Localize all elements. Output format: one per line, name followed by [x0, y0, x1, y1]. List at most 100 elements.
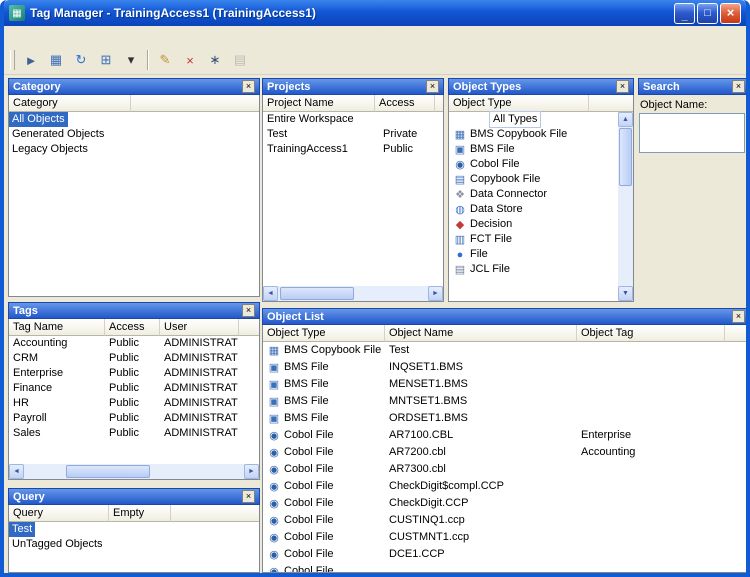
- object-type-row[interactable]: ● File: [449, 247, 618, 262]
- TrainingAccess1[interactable]: TrainingAccess1 Public: [263, 142, 443, 157]
- menu-help[interactable]: [62, 34, 76, 38]
- object-types-close-icon[interactable]: ×: [616, 80, 629, 93]
- CheckDigit$compl.CCP[interactable]: ◉Cobol File CheckDigit$compl.CCP: [263, 478, 749, 495]
- Test[interactable]: ▦BMS Copybook File Test: [263, 342, 749, 359]
- object-type-row[interactable]: ▤ Copybook File: [449, 172, 618, 187]
- app-window: ▦ Tag Manager - TrainingAccess1 (Trainin…: [0, 0, 750, 577]
- tag-row[interactable]: Accounting Public ADMINISTRAT: [9, 336, 259, 351]
- scroll-right-icon[interactable]: ►: [244, 464, 259, 479]
- tags-horizontal-scrollbar[interactable]: ◄ ►: [9, 464, 259, 479]
- AR7100.CBL[interactable]: ◉Cobol File AR7100.CBL Enterprise: [263, 427, 749, 444]
- toolbar-expand-dropdown-button[interactable]: ▾: [119, 48, 143, 72]
- column-header-category[interactable]: Category: [9, 95, 131, 112]
- DCE1.CCP[interactable]: ◉Cobol File DCE1.CCP: [263, 546, 749, 563]
- column-header-object-type[interactable]: Object Type: [449, 95, 589, 112]
- scroll-left-icon[interactable]: ◄: [9, 464, 24, 479]
- MENSET1.BMS[interactable]: ▣BMS File MENSET1.BMS: [263, 376, 749, 393]
- query-panel-title: Query: [13, 491, 45, 503]
- tags-close-icon[interactable]: ×: [242, 304, 255, 317]
- category-close-icon[interactable]: ×: [242, 80, 255, 93]
- column-header-access[interactable]: Access: [105, 319, 160, 336]
- menu-file[interactable]: [6, 34, 20, 38]
- tag-row[interactable]: Sales Public ADMINISTRAT: [9, 426, 259, 441]
- column-header-tag-name[interactable]: Tag Name: [9, 319, 105, 336]
- object-types-all-types-row[interactable]: All Types: [449, 112, 618, 127]
- category-row[interactable]: Generated Objects: [9, 127, 259, 142]
- copybook-file-icon: ▤: [453, 173, 467, 187]
- toolbar-expand-button[interactable]: ⊞: [94, 48, 118, 72]
- Test[interactable]: Test Private: [263, 127, 443, 142]
- scroll-up-icon[interactable]: ▲: [618, 112, 633, 127]
- scroll-right-icon[interactable]: ►: [428, 286, 443, 301]
- CUSTINQ1.ccp[interactable]: ◉Cobol File CUSTINQ1.ccp: [263, 512, 749, 529]
- object-type-row[interactable]: ❖ Data Connector: [449, 187, 618, 202]
- object-type-row[interactable]: ▣ BMS File: [449, 142, 618, 157]
- menu-edit[interactable]: [20, 34, 34, 38]
- toolbar-grid-button[interactable]: ▦: [44, 48, 68, 72]
- object-type-row[interactable]: ◆ Decision: [449, 217, 618, 232]
- CheckDigit.CCP[interactable]: ◉Cobol File CheckDigit.CCP: [263, 495, 749, 512]
- column-header-object-name[interactable]: Object Name: [385, 325, 577, 342]
- AR7300.cbl[interactable]: ◉Cobol File AR7300.cbl: [263, 461, 749, 478]
- toolbar-grip[interactable]: [10, 50, 15, 70]
- column-header-blank: [589, 95, 633, 112]
- object-type-row[interactable]: ▥ FCT File: [449, 232, 618, 247]
- object-type-row[interactable]: ◍ Data Store: [449, 202, 618, 217]
- AR7200.cbl[interactable]: ◉Cobol File AR7200.cbl Accounting: [263, 444, 749, 461]
- tag-row[interactable]: HR Public ADMINISTRAT: [9, 396, 259, 411]
- object-name-input[interactable]: [639, 113, 745, 153]
- projects-horizontal-scrollbar[interactable]: ◄ ►: [263, 286, 443, 301]
- column-header-access[interactable]: Access: [375, 95, 435, 112]
- search-close-icon[interactable]: ×: [732, 80, 745, 93]
- CUSTMNT1.ccp[interactable]: ◉Cobol File CUSTMNT1.ccp: [263, 529, 749, 546]
- tag-row[interactable]: Enterprise Public ADMINISTRAT: [9, 366, 259, 381]
- toolbar-navigate-button[interactable]: ►: [19, 48, 43, 72]
- bms-copybook-file-icon: ▦: [453, 128, 467, 142]
- object-type-row[interactable]: ▦ BMS Copybook File: [449, 127, 618, 142]
- column-header-object-type[interactable]: Object Type: [263, 325, 385, 342]
- object-list: ▦BMS Copybook File Test ▣BMS File INQSET…: [263, 342, 749, 573]
- toolbar-edit-tags-button[interactable]: ✎: [153, 48, 177, 72]
- category-row[interactable]: All Objects: [9, 112, 259, 127]
- UnTagged Objects[interactable]: UnTagged Objects: [9, 537, 259, 552]
- scrollbar-thumb[interactable]: [66, 465, 150, 478]
- object-list-panel: Object List × Object Type Object Name Ob…: [262, 308, 750, 573]
- tag-row[interactable]: CRM Public ADMINISTRAT: [9, 351, 259, 366]
- client-area: Category × Category All ObjectsGenerated…: [8, 74, 742, 569]
- tag-row[interactable]: Payroll Public ADMINISTRAT: [9, 411, 259, 426]
- object-list-close-icon[interactable]: ×: [732, 310, 745, 323]
- menu-query[interactable]: [48, 34, 62, 38]
- menu-view[interactable]: [34, 34, 48, 38]
- close-button[interactable]: ×: [720, 3, 741, 24]
- column-header-empty[interactable]: Empty: [109, 505, 171, 522]
- scroll-left-icon[interactable]: ◄: [263, 286, 278, 301]
- cobol-file-icon: ◉: [453, 158, 467, 172]
- object-type-row[interactable]: ▤ JCL File: [449, 262, 618, 277]
- toolbar-remove-tags-button[interactable]: ×: [178, 48, 202, 72]
- scroll-down-icon[interactable]: ▼: [618, 286, 633, 301]
- projects-close-icon[interactable]: ×: [426, 80, 439, 93]
- query-close-icon[interactable]: ×: [242, 490, 255, 503]
- toolbar-refresh-button[interactable]: ↻: [69, 48, 93, 72]
- object-types-panel-title: Object Types: [453, 81, 521, 93]
- object-types-vertical-scrollbar[interactable]: ▲ ▼: [618, 112, 633, 301]
- scrollbar-thumb[interactable]: [280, 287, 354, 300]
- INQSET1.BMS[interactable]: ▣BMS File INQSET1.BMS: [263, 359, 749, 376]
- column-header-object-tag[interactable]: Object Tag: [577, 325, 725, 342]
- Entire Workspace[interactable]: Entire Workspace: [263, 112, 443, 127]
- Test[interactable]: Test: [9, 522, 259, 537]
- object-type-row[interactable]: ◉ Cobol File: [449, 157, 618, 172]
- object-list-row[interactable]: ◉Cobol File: [263, 563, 749, 573]
- maximize-button[interactable]: □: [697, 3, 718, 24]
- minimize-button[interactable]: _: [674, 3, 695, 24]
- toolbar-apply-tags-button[interactable]: ∗: [203, 48, 227, 72]
- window-title: Tag Manager - TrainingAccess1 (TrainingA…: [30, 6, 669, 20]
- column-header-user[interactable]: User: [160, 319, 239, 336]
- ORDSET1.BMS[interactable]: ▣BMS File ORDSET1.BMS: [263, 410, 749, 427]
- scrollbar-thumb[interactable]: [619, 128, 632, 186]
- column-header-query[interactable]: Query: [9, 505, 109, 522]
- MNTSET1.BMS[interactable]: ▣BMS File MNTSET1.BMS: [263, 393, 749, 410]
- tag-row[interactable]: Finance Public ADMINISTRAT: [9, 381, 259, 396]
- column-header-project-name[interactable]: Project Name: [263, 95, 375, 112]
- category-row[interactable]: Legacy Objects: [9, 142, 259, 157]
